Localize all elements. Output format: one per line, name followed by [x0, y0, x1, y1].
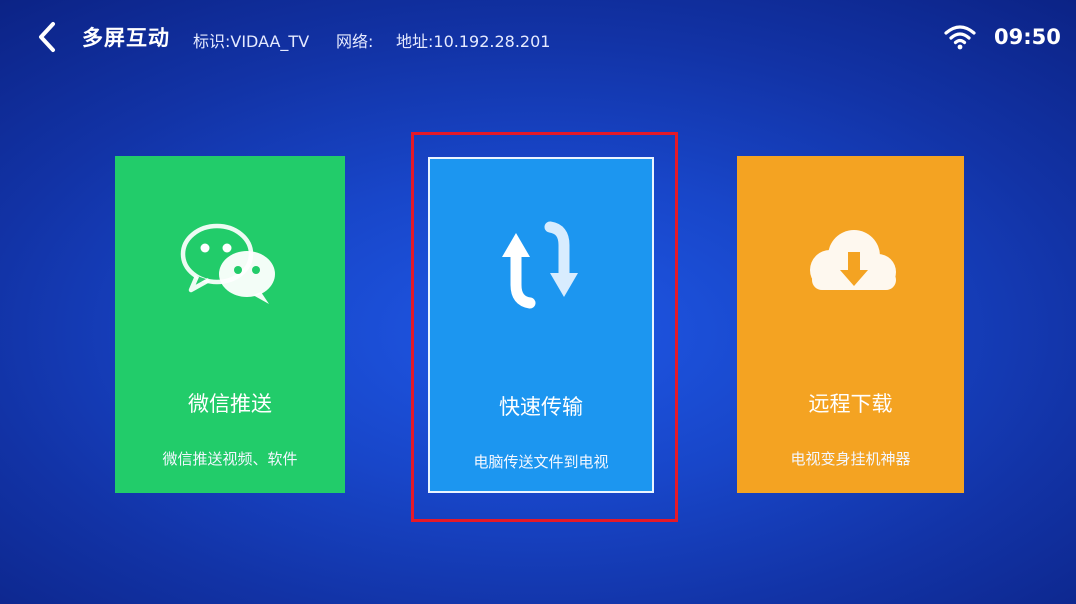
- transfer-arrows-icon: [486, 221, 596, 311]
- wifi-icon: [944, 24, 976, 50]
- clock: 09:50: [994, 25, 1061, 49]
- cloud-download-icon: [796, 218, 906, 308]
- device-identifier: 标识:VIDAA_TV: [193, 32, 310, 51]
- ip-address: 地址:10.192.28.201: [396, 32, 551, 51]
- card-subtitle: 电脑传送文件到电视: [473, 453, 609, 471]
- card-title: 快速传输: [499, 395, 583, 419]
- wechat-push-card[interactable]: 微信推送 微信推送视频、软件: [115, 156, 345, 493]
- card-subtitle: 电视变身挂机神器: [790, 450, 911, 468]
- wechat-icon: [175, 218, 285, 308]
- fast-transfer-card[interactable]: 快速传输 电脑传送文件到电视: [428, 157, 654, 493]
- page-title: 多屏互动: [82, 26, 170, 50]
- network-label: 网络:: [336, 32, 374, 51]
- remote-download-card[interactable]: 远程下载 电视变身挂机神器: [737, 156, 964, 493]
- card-title: 远程下载: [808, 392, 893, 416]
- card-title: 微信推送: [188, 392, 272, 416]
- card-subtitle: 微信推送视频、软件: [162, 450, 298, 468]
- back-icon[interactable]: [34, 20, 60, 54]
- top-bar: 多屏互动 标识:VIDAA_TV 网络: 地址:10.192.28.201 09…: [0, 0, 1076, 78]
